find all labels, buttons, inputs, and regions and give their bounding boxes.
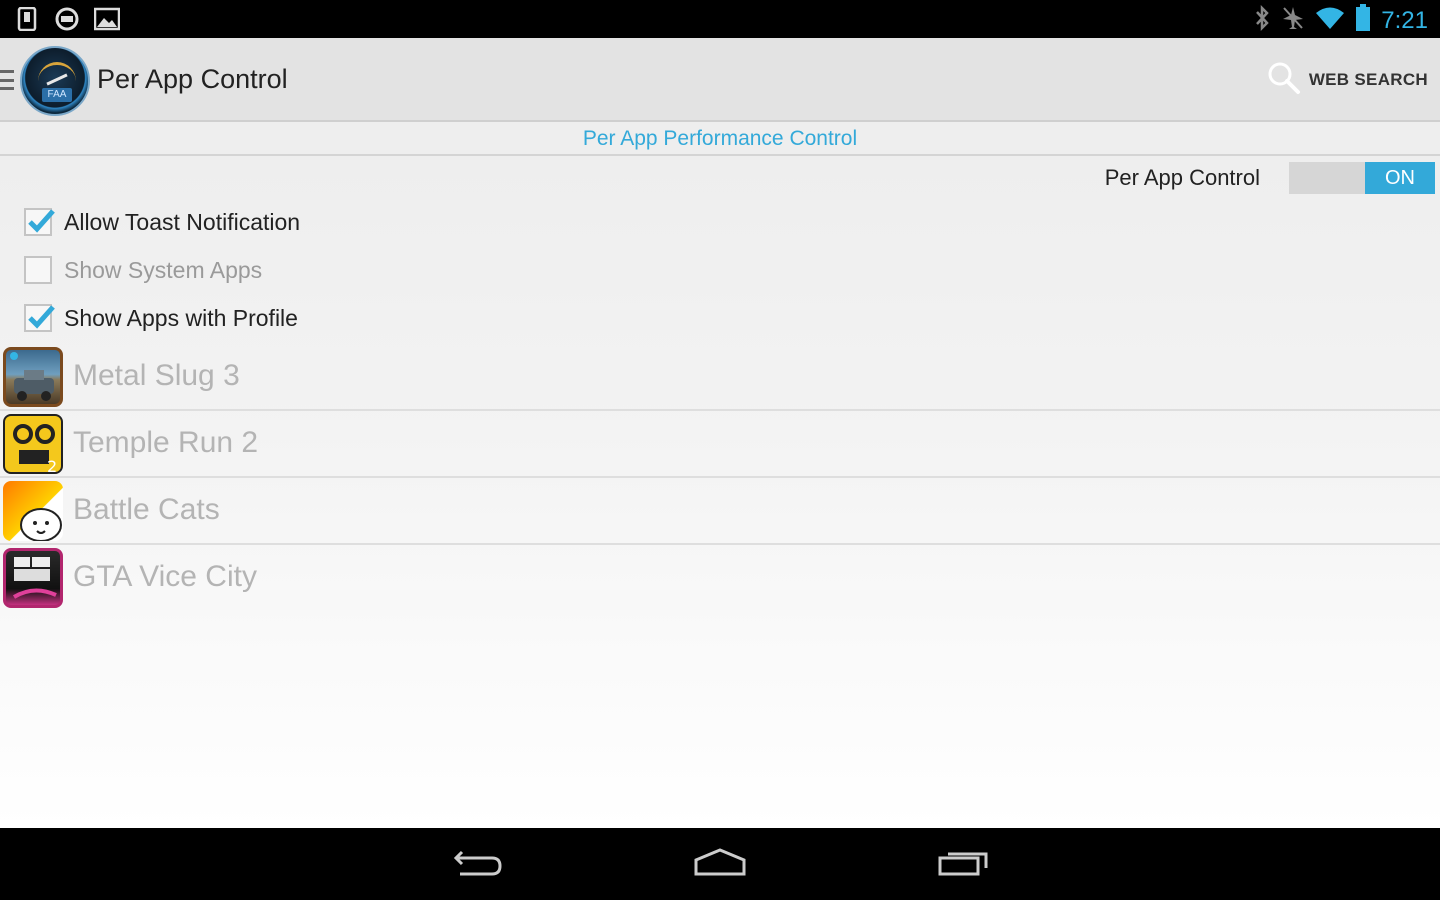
battery-icon [1355, 4, 1371, 37]
allow-toast-checkbox[interactable] [24, 208, 55, 236]
recents-button[interactable] [934, 846, 994, 882]
notification-icons [14, 6, 120, 32]
logo-badge: FAA [42, 88, 72, 102]
gamepad-icon [54, 6, 80, 32]
toggle-state: ON [1365, 162, 1435, 194]
airplane-off-icon [1281, 5, 1305, 36]
back-icon [452, 846, 504, 883]
drawer-menu-icon[interactable] [0, 70, 14, 90]
home-button[interactable] [690, 846, 750, 882]
per-app-control-toggle[interactable]: ON [1289, 162, 1435, 194]
list-item[interactable]: Metal Slug 3 [0, 344, 1440, 411]
show-apps-profile-checkbox-row[interactable]: Show Apps with Profile [24, 300, 298, 336]
app-name: Metal Slug 3 [73, 359, 240, 392]
battle-cats-icon [3, 481, 63, 541]
page-title: Per App Control [97, 64, 288, 94]
bluetooth-icon [1253, 4, 1271, 36]
temple-run-icon: 2 [3, 414, 63, 474]
allow-toast-checkbox-row[interactable]: Allow Toast Notification [24, 204, 300, 240]
metal-slug-icon [3, 347, 63, 407]
show-system-apps-label: Show System Apps [64, 256, 263, 283]
section-title: Per App Performance Control [582, 127, 858, 150]
svg-text:2: 2 [47, 457, 57, 474]
app-name: Battle Cats [73, 493, 220, 526]
show-apps-profile-label: Show Apps with Profile [64, 304, 298, 331]
allow-toast-label: Allow Toast Notification [64, 208, 301, 235]
section-header: Per App Performance Control [0, 124, 1440, 156]
back-button[interactable] [448, 846, 508, 882]
sim-card-icon [14, 6, 40, 32]
clock: 7:21 [1381, 6, 1428, 34]
show-system-apps-checkbox[interactable] [24, 256, 52, 284]
app-list: Metal Slug 3 2 Temple Run 2 Battle Cats … [0, 344, 1440, 612]
app-screen: FAA Per App Control WEB SEARCH Per App P… [0, 38, 1440, 828]
app-logo[interactable]: FAA [20, 46, 90, 116]
app-name: Temple Run 2 [73, 426, 259, 459]
show-system-apps-checkbox-row[interactable]: Show System Apps [24, 252, 262, 288]
system-icons: 7:21 [1253, 4, 1428, 37]
recents-icon [936, 846, 992, 883]
list-item[interactable]: GTA Vice City [0, 545, 1440, 612]
action-bar: FAA Per App Control WEB SEARCH [0, 38, 1440, 122]
web-search-label: WEB SEARCH [1308, 70, 1428, 89]
wifi-icon [1315, 6, 1345, 35]
list-item[interactable]: 2 Temple Run 2 [0, 411, 1440, 478]
web-search-button[interactable]: WEB SEARCH [1267, 60, 1428, 100]
navigation-bar [0, 828, 1440, 900]
status-bar: 7:21 [0, 0, 1440, 38]
gta-vice-city-icon [3, 548, 63, 608]
picture-icon [94, 6, 120, 32]
per-app-control-label: Per App Control [1104, 165, 1260, 190]
show-apps-profile-checkbox[interactable] [24, 304, 55, 332]
home-icon [692, 846, 748, 883]
list-item[interactable]: Battle Cats [0, 478, 1440, 545]
search-icon [1267, 61, 1301, 100]
app-name: GTA Vice City [73, 560, 257, 593]
